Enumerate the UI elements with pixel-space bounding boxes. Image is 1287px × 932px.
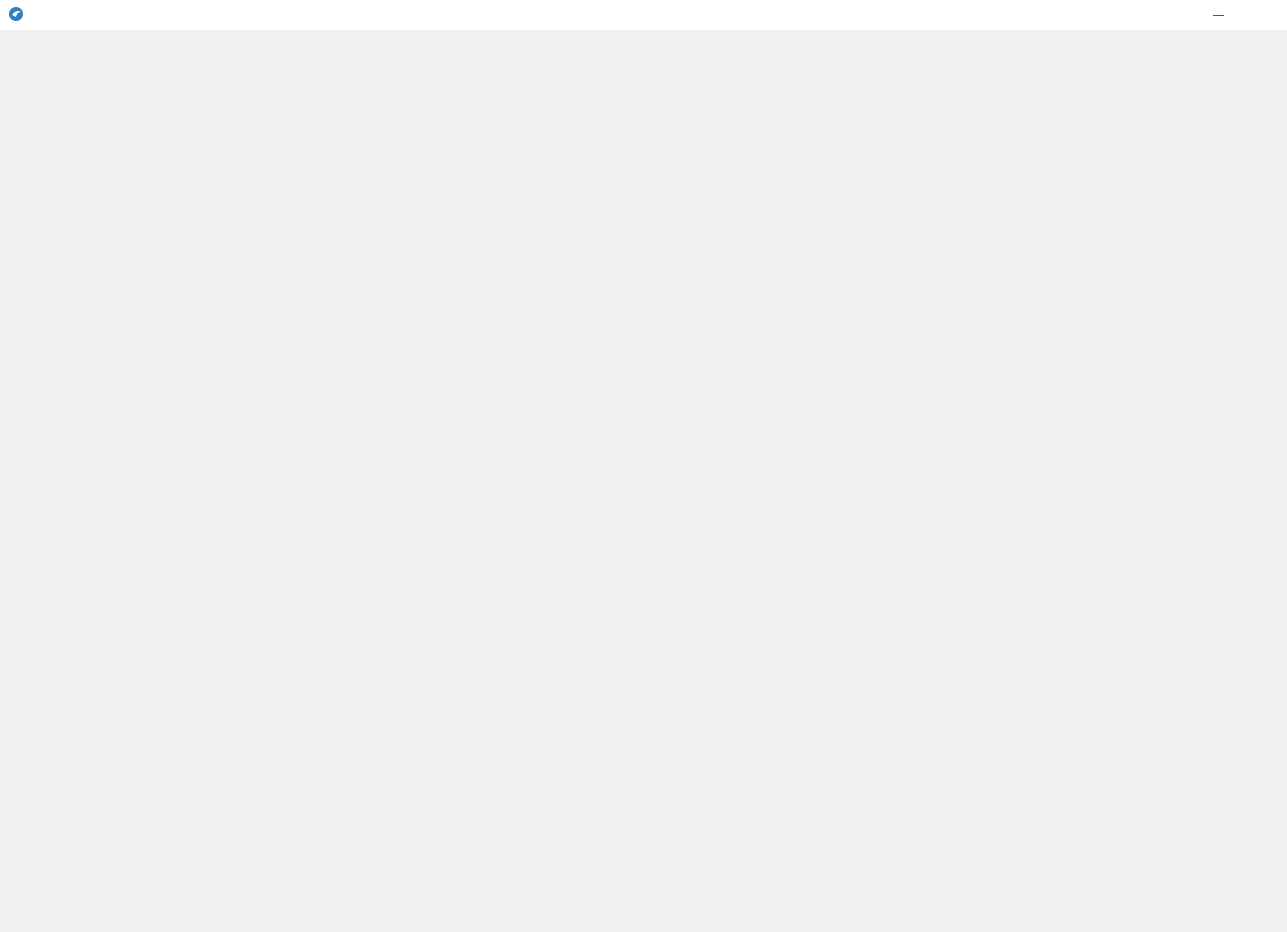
title-bar bbox=[0, 0, 1287, 30]
app-logo-icon bbox=[9, 7, 23, 21]
